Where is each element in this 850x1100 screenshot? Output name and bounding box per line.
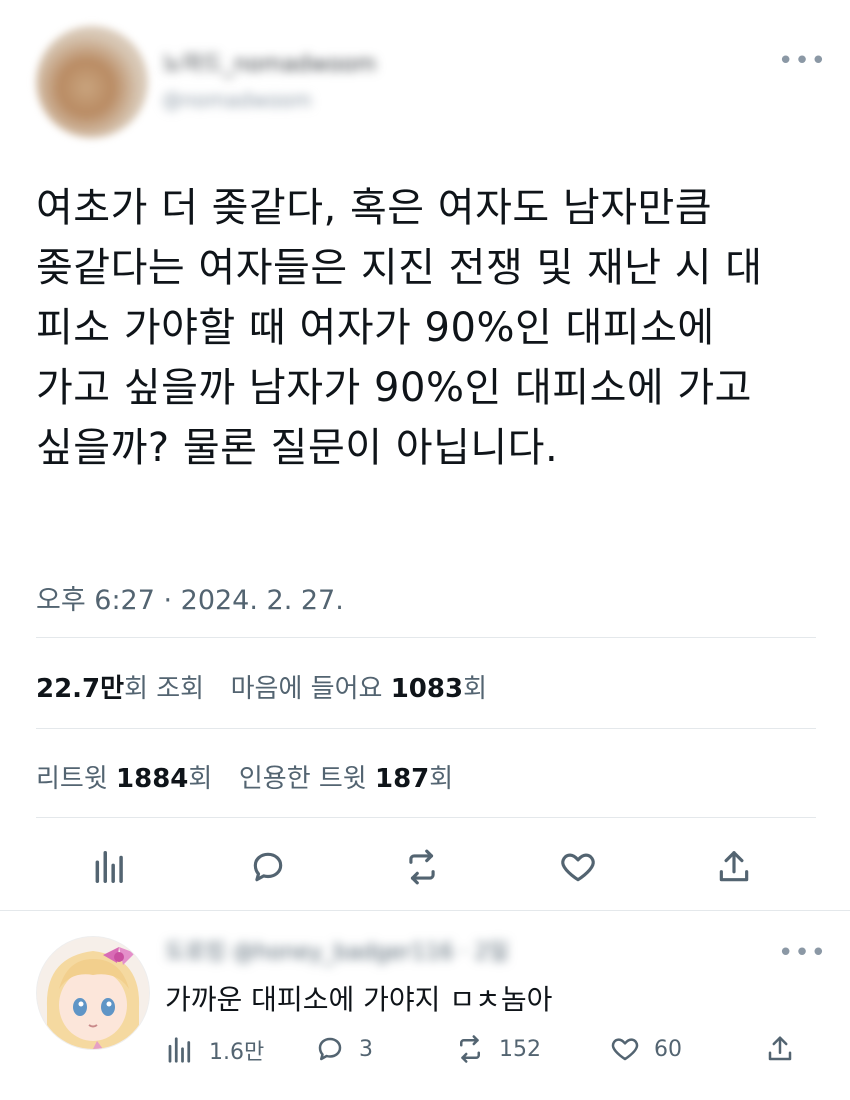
tweet-action-bar [36, 845, 816, 889]
likes-label: 마음에 들어요 [230, 674, 383, 704]
more-dots-icon[interactable]: ••• [778, 48, 827, 74]
author-avatar[interactable] [36, 26, 148, 138]
reply-likes[interactable]: 60 [610, 1034, 682, 1064]
retweet-icon [460, 1035, 480, 1063]
retweet-icon[interactable] [400, 845, 444, 889]
tweet-timestamp[interactable]: 오후 6:27 · 2024. 2. 27. [36, 578, 344, 617]
divider [36, 728, 816, 729]
reply-views[interactable]: 1.6만 [165, 1034, 264, 1066]
author-handle[interactable]: @nomadwoom [162, 88, 372, 112]
divider [36, 817, 816, 818]
quotes-count: 187 [375, 764, 430, 794]
likes-count: 1083 [390, 674, 464, 704]
tweet-text-line: 좆같다는 여자들은 지진 전쟁 및 재난 시 대 [36, 245, 763, 291]
reply-author-avatar[interactable] [36, 936, 150, 1050]
stats-views-likes: 22.7만회 조회 마음에 들어요 1083회 [36, 668, 487, 705]
reply-icon [318, 1037, 342, 1061]
share-icon[interactable] [712, 845, 756, 889]
analytics-icon[interactable] [88, 845, 132, 889]
tweet-text-line: 여초가 더 좆같다, 혹은 여자도 남자만큼 [36, 185, 713, 231]
reply-likes-count: 60 [654, 1036, 682, 1062]
quotes-label: 인용한 트윗 [238, 764, 367, 794]
tweet-text-line: 가고 싶을까 남자가 90%인 대피소에 가고 [36, 365, 752, 411]
reply-icon[interactable] [246, 845, 290, 889]
reply-text: 가까운 대피소에 가야지 ㅁㅊ놈아 [165, 983, 553, 1016]
like-icon [611, 1038, 639, 1061]
tweet-text: 여초가 더 좆같다, 혹은 여자도 남자만큼 좆같다는 여자들은 지진 전쟁 및… [36, 178, 826, 478]
retweets-stat[interactable]: 리트윗 1884회 [36, 764, 212, 794]
analytics-icon [168, 1037, 191, 1063]
tweet-text-line: 싶을까? 물론 질문이 아닙니다. [36, 425, 559, 471]
likes-suffix: 회 [463, 674, 487, 704]
more-dots-icon[interactable]: ••• [778, 940, 827, 966]
reply-replies-count: 3 [359, 1036, 373, 1062]
reply-views-count: 1.6만 [209, 1040, 265, 1065]
reply-action-bar: 1.6만 3 152 60 [165, 1034, 815, 1074]
quotes-suffix: 회 [429, 764, 454, 794]
retweets-count: 1884 [116, 764, 189, 794]
retweets-label: 리트윗 [36, 764, 108, 794]
stats-retweets-quotes: 리트윗 1884회 인용한 트윗 187회 [36, 758, 453, 795]
section-divider [0, 910, 850, 911]
reply-replies[interactable]: 3 [315, 1034, 373, 1064]
divider [36, 637, 816, 638]
views-label: 회 조회 [124, 674, 205, 704]
reply-retweets-count: 152 [499, 1036, 541, 1062]
quotes-stat[interactable]: 인용한 트윗 187회 [239, 764, 453, 794]
retweets-suffix: 회 [188, 764, 213, 794]
reply-author-name[interactable]: 도로킹 @honey_badger116 · 2일 [165, 934, 645, 966]
share-icon [768, 1036, 792, 1061]
author-name[interactable]: 노마드_nomadwoom [162, 46, 442, 78]
views-count: 22.7만 [36, 674, 125, 704]
reply-share[interactable] [765, 1034, 809, 1064]
like-icon[interactable] [556, 845, 600, 889]
likes-stat[interactable]: 마음에 들어요 1083회 [231, 674, 487, 704]
tweet-text-line: 피소 가야할 때 여자가 90%인 대피소에 [36, 305, 715, 351]
reply-retweets[interactable]: 152 [455, 1034, 541, 1064]
